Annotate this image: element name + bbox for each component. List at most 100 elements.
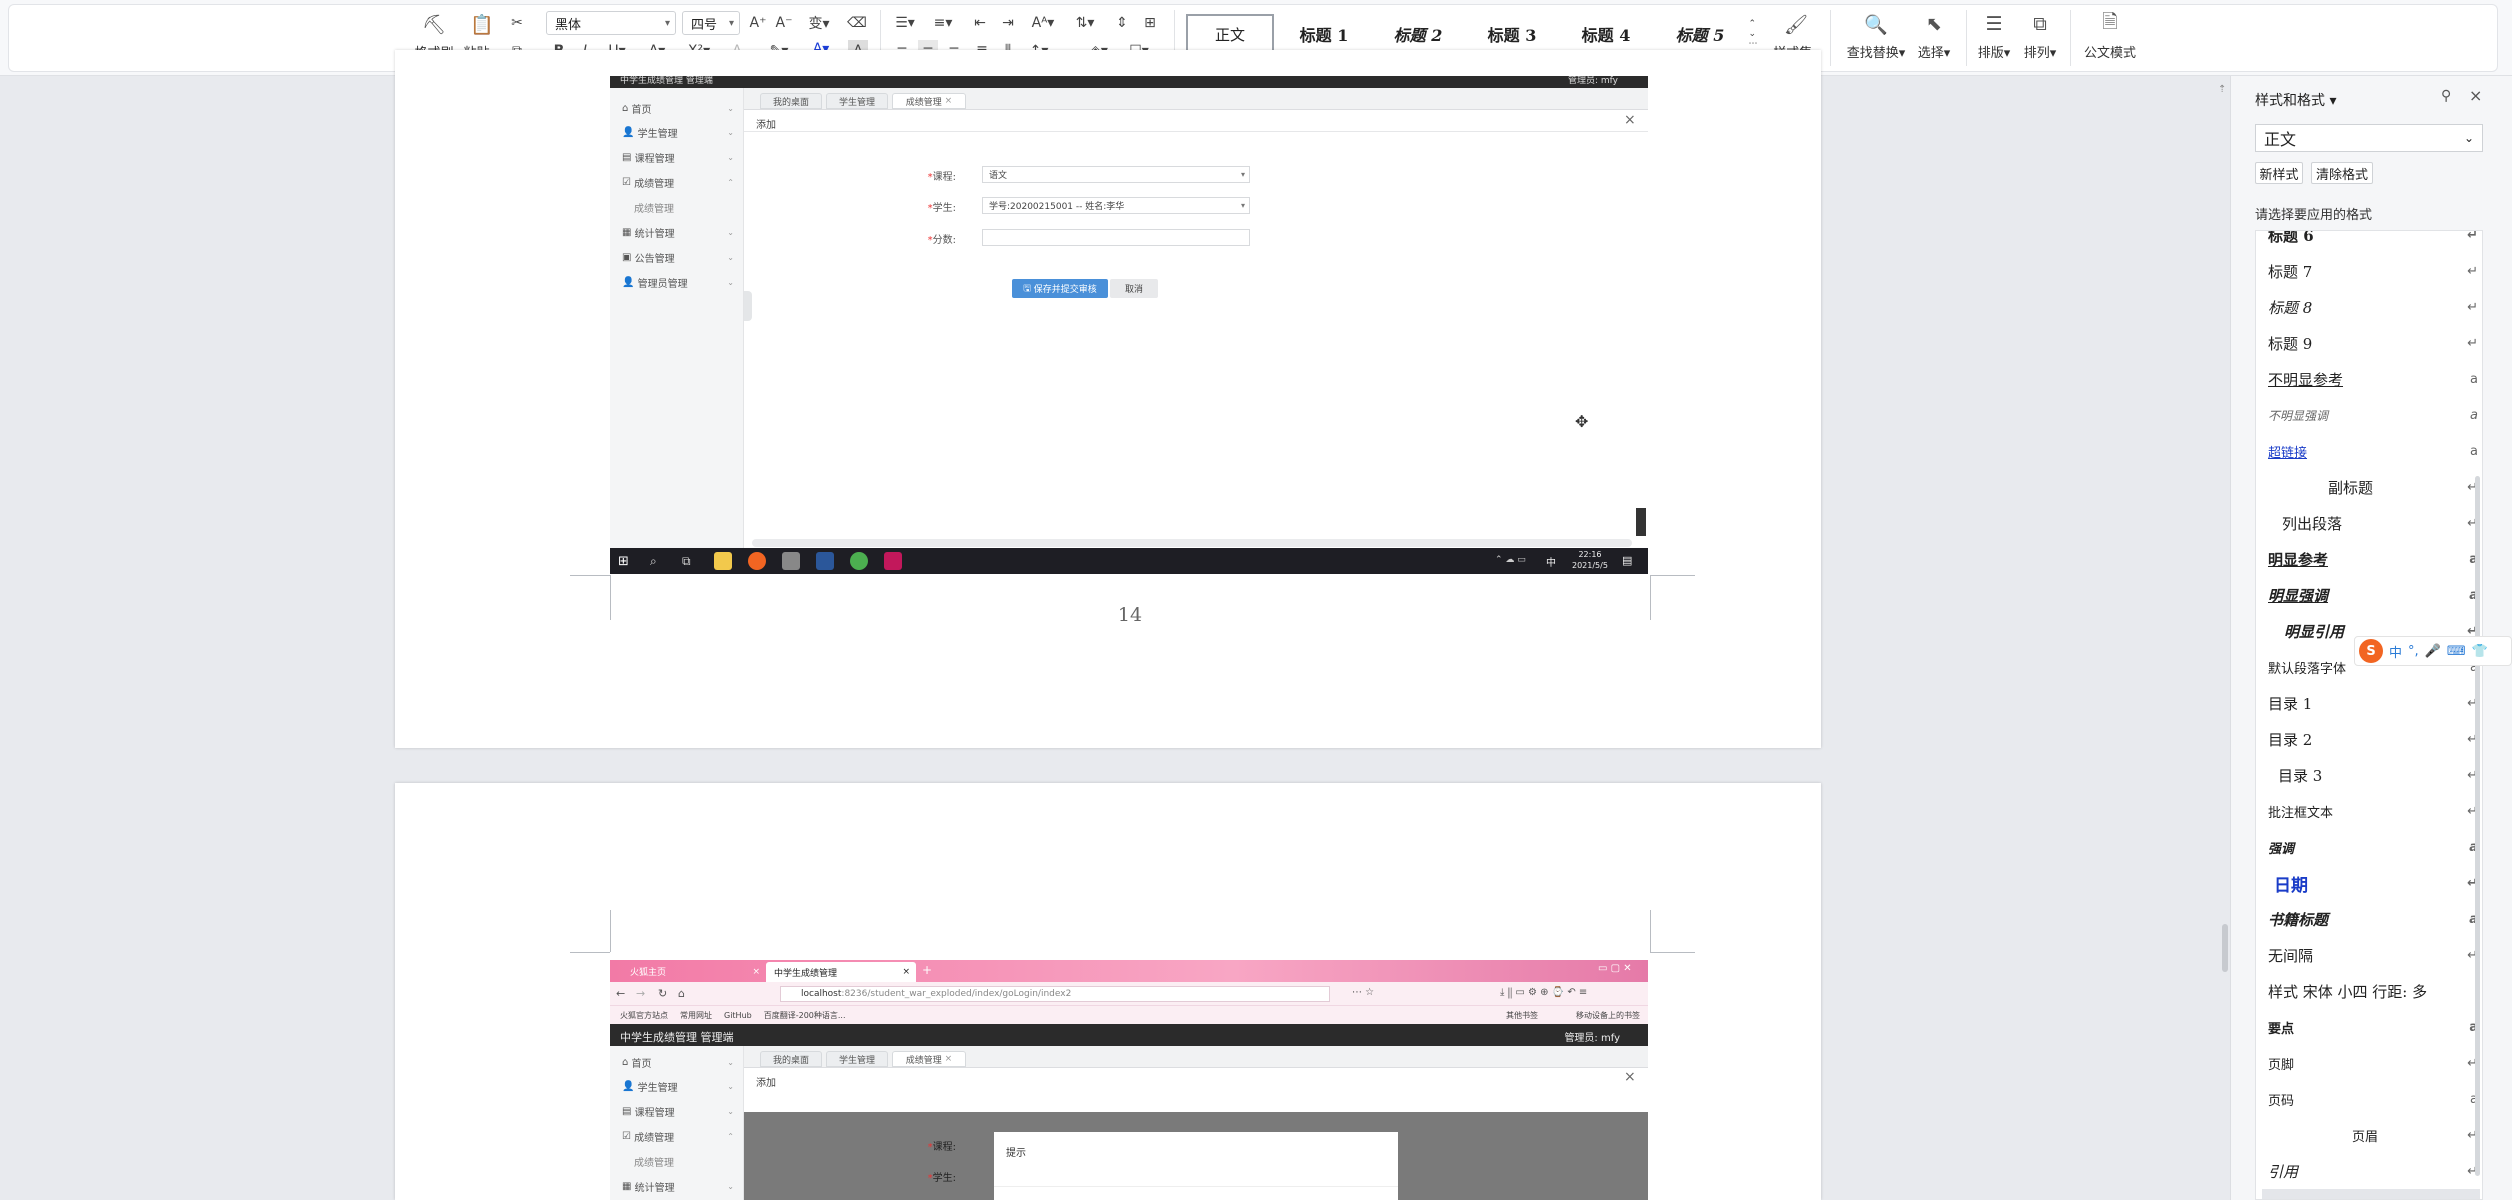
style-item-balloon-text[interactable]: 批注框文本 ↵	[2268, 793, 2478, 829]
style-item-heading-8[interactable]: 标题 8 ↵	[2268, 289, 2478, 325]
sidebar-item-admins[interactable]: 👤 管理员管理 ⌄	[610, 270, 744, 295]
tray-icons[interactable]: ⌃ ☁ ▭	[1495, 555, 1526, 565]
forward-icon[interactable]: →	[636, 987, 645, 1000]
style-gallery-heading-5[interactable]: 标题 5	[1656, 14, 1744, 54]
bullets-icon[interactable]: ☰▾	[892, 12, 918, 34]
save-button[interactable]: 🖫 保存并提交审核	[1012, 279, 1108, 298]
intellij-icon[interactable]	[884, 552, 902, 570]
style-item-subtle-reference[interactable]: 不明显参考 a	[2268, 361, 2478, 397]
font-name-select[interactable]: 黑体 ▾	[546, 11, 676, 35]
back-icon[interactable]: ←	[616, 987, 625, 1000]
taskbar-clock[interactable]: 22:16 2021/5/5	[1572, 549, 1608, 571]
bookmark-item[interactable]: 其他书签	[1506, 1010, 1538, 1021]
style-gallery-heading-3[interactable]: 标题 3	[1468, 14, 1556, 54]
notification-icon[interactable]: ▤	[1622, 554, 1632, 567]
style-gallery-heading-4[interactable]: 标题 4	[1562, 14, 1650, 54]
official-mode-button[interactable]: 🗎 公文模式	[2080, 11, 2140, 61]
style-item-emphasis[interactable]: 强调 a	[2268, 829, 2478, 865]
tab-desktop[interactable]: 我的桌面	[760, 1051, 822, 1067]
ime-punct-toggle[interactable]: °,	[2408, 644, 2419, 659]
sidebar-subitem-scores[interactable]: 成绩管理	[610, 1149, 744, 1174]
document-scrollbar-thumb[interactable]	[2222, 924, 2228, 972]
sidebar-item-home[interactable]: ⌂ 首页 ⌄	[610, 96, 744, 121]
gallery-scroll[interactable]: ⌃ ⌄ ⋯	[1746, 14, 1760, 54]
keyboard-icon[interactable]: ⌨	[2447, 644, 2466, 659]
window-controls[interactable]: ▭ ▢ ✕	[1598, 963, 1632, 974]
clear-format-button[interactable]: 清除格式	[2311, 162, 2373, 184]
sidebar-item-scores[interactable]: ☑ 成绩管理 ⌃	[610, 170, 744, 195]
tab-scores[interactable]: 成绩管理 ×	[892, 1051, 966, 1067]
bookmark-item[interactable]: 移动设备上的书签	[1576, 1010, 1640, 1021]
side-handle[interactable]	[1636, 508, 1646, 536]
style-item-normal[interactable]: 正文↵	[2262, 1189, 2480, 1199]
font-size-select[interactable]: 四号 ▾	[682, 11, 740, 35]
style-item-intense-reference[interactable]: 明显参考 a	[2268, 541, 2478, 577]
skin-icon[interactable]: 👕	[2472, 644, 2488, 659]
select-button[interactable]: ⬉ 选择▾	[1912, 12, 1956, 61]
current-style-select[interactable]: 正文 ⌄	[2255, 124, 2483, 152]
sidebar-item-students[interactable]: 👤 学生管理 ⌄	[610, 1074, 744, 1099]
url-bar[interactable]: localhost:8236/student_war_exploded/inde…	[780, 986, 1330, 1002]
shrink-font-icon[interactable]: A⁻	[774, 12, 794, 34]
sidebar-item-notices[interactable]: ▣ 公告管理 ⌄	[610, 245, 744, 270]
cancel-button[interactable]: 取消	[1110, 279, 1158, 298]
file-explorer-icon[interactable]	[714, 552, 732, 570]
phonetic-icon[interactable]: 变▾	[804, 12, 834, 34]
pin-icon[interactable]: ⚲	[2441, 88, 2451, 104]
ime-indicator[interactable]: 中	[1546, 554, 1556, 569]
sidebar-item-scores[interactable]: ☑ 成绩管理 ⌃	[610, 1124, 744, 1149]
new-style-button[interactable]: 新样式	[2255, 162, 2303, 184]
sidebar-item-home[interactable]: ⌂ 首页 ⌄	[610, 1050, 744, 1075]
browser-tab-home[interactable]: 火狐主页 ×	[616, 963, 766, 980]
score-input[interactable]	[982, 229, 1250, 246]
search-icon[interactable]: ⌕	[650, 554, 657, 569]
firefox-icon[interactable]	[748, 552, 766, 570]
bookmark-item[interactable]: 火狐官方站点	[620, 1010, 668, 1021]
close-icon[interactable]: ×	[1624, 112, 1636, 128]
style-item-page-number[interactable]: 页码a	[2268, 1081, 2478, 1117]
style-list-scrollbar[interactable]	[2475, 476, 2480, 1176]
wechat-icon[interactable]	[850, 552, 868, 570]
browser-tab-active[interactable]: 中学生成绩管理 ×	[766, 962, 916, 982]
style-gallery-heading-2[interactable]: 标题 2	[1374, 14, 1462, 54]
style-item-book-title[interactable]: 书籍标题 a	[2268, 901, 2478, 937]
sidebar-item-courses[interactable]: ▤ 课程管理 ⌄	[610, 145, 744, 170]
bookmark-item[interactable]: GitHub	[724, 1011, 752, 1020]
style-item-subtle-emphasis[interactable]: 不明显强调 a	[2268, 397, 2478, 433]
task-view-icon[interactable]: ⧉	[682, 554, 691, 569]
grow-font-icon[interactable]: A⁺	[748, 12, 768, 34]
style-item-quote[interactable]: 引用 ↵	[2268, 1153, 2478, 1189]
sidebar-subitem-scores[interactable]: 成绩管理	[610, 195, 744, 220]
style-item-hyperlink[interactable]: 超链接 a	[2268, 433, 2478, 469]
text-direction-icon[interactable]: Aᴬ▾	[1030, 12, 1056, 34]
clear-format-icon[interactable]: ⌫	[846, 12, 868, 34]
outdent-icon[interactable]: ⇤	[970, 12, 990, 34]
bookmark-item[interactable]: 百度翻译-200种语言...	[764, 1010, 846, 1021]
home-icon[interactable]: ⌂	[678, 987, 685, 1000]
style-item-date[interactable]: 日期 ↵	[2268, 865, 2478, 901]
style-item-no-spacing[interactable]: 无间隔 ↵	[2268, 937, 2478, 973]
store-icon[interactable]	[782, 552, 800, 570]
show-marks-icon[interactable]: ⊞	[1140, 12, 1160, 34]
style-item-toc-3[interactable]: 目录 3 ↵	[2268, 757, 2478, 793]
tab-students[interactable]: 学生管理	[826, 93, 888, 109]
windows-start-icon[interactable]: ⊞	[618, 554, 629, 569]
more-icon[interactable]: ⋯ ☆	[1352, 987, 1374, 998]
style-item-toc-1[interactable]: 目录 1 ↵	[2268, 685, 2478, 721]
cut-icon[interactable]: ✂	[506, 12, 528, 34]
toolbar-extension-icons[interactable]: ⤓ ⫼ ▭ ⚙ ⊕ ⌚ ↶ ≡	[1500, 987, 1587, 998]
sidebar-item-stats[interactable]: ▦ 统计管理 ⌄	[610, 220, 744, 245]
style-item-heading-6[interactable]: 标题 6 ↵	[2268, 231, 2478, 253]
sogou-logo-icon[interactable]: S	[2359, 639, 2383, 663]
style-item-custom[interactable]: 样式 宋体 小四 行距: 多	[2268, 973, 2478, 1009]
style-item-heading-7[interactable]: 标题 7 ↵	[2268, 253, 2478, 289]
line-break-icon[interactable]: ⇅▾	[1072, 12, 1098, 34]
style-item-list-paragraph[interactable]: 列出段落 ↵	[2268, 505, 2478, 541]
sidebar-item-students[interactable]: 👤 学生管理 ⌄	[610, 120, 744, 145]
style-item-toc-2[interactable]: 目录 2 ↵	[2268, 721, 2478, 757]
new-tab-icon[interactable]: +	[922, 963, 932, 977]
style-item-intense-emphasis[interactable]: 明显强调 a	[2268, 577, 2478, 613]
course-select[interactable]: 语文 ▾	[982, 166, 1250, 183]
panel-title[interactable]: 样式和格式 ▾	[2255, 90, 2336, 110]
sort-icon[interactable]: ⇕	[1112, 12, 1132, 34]
